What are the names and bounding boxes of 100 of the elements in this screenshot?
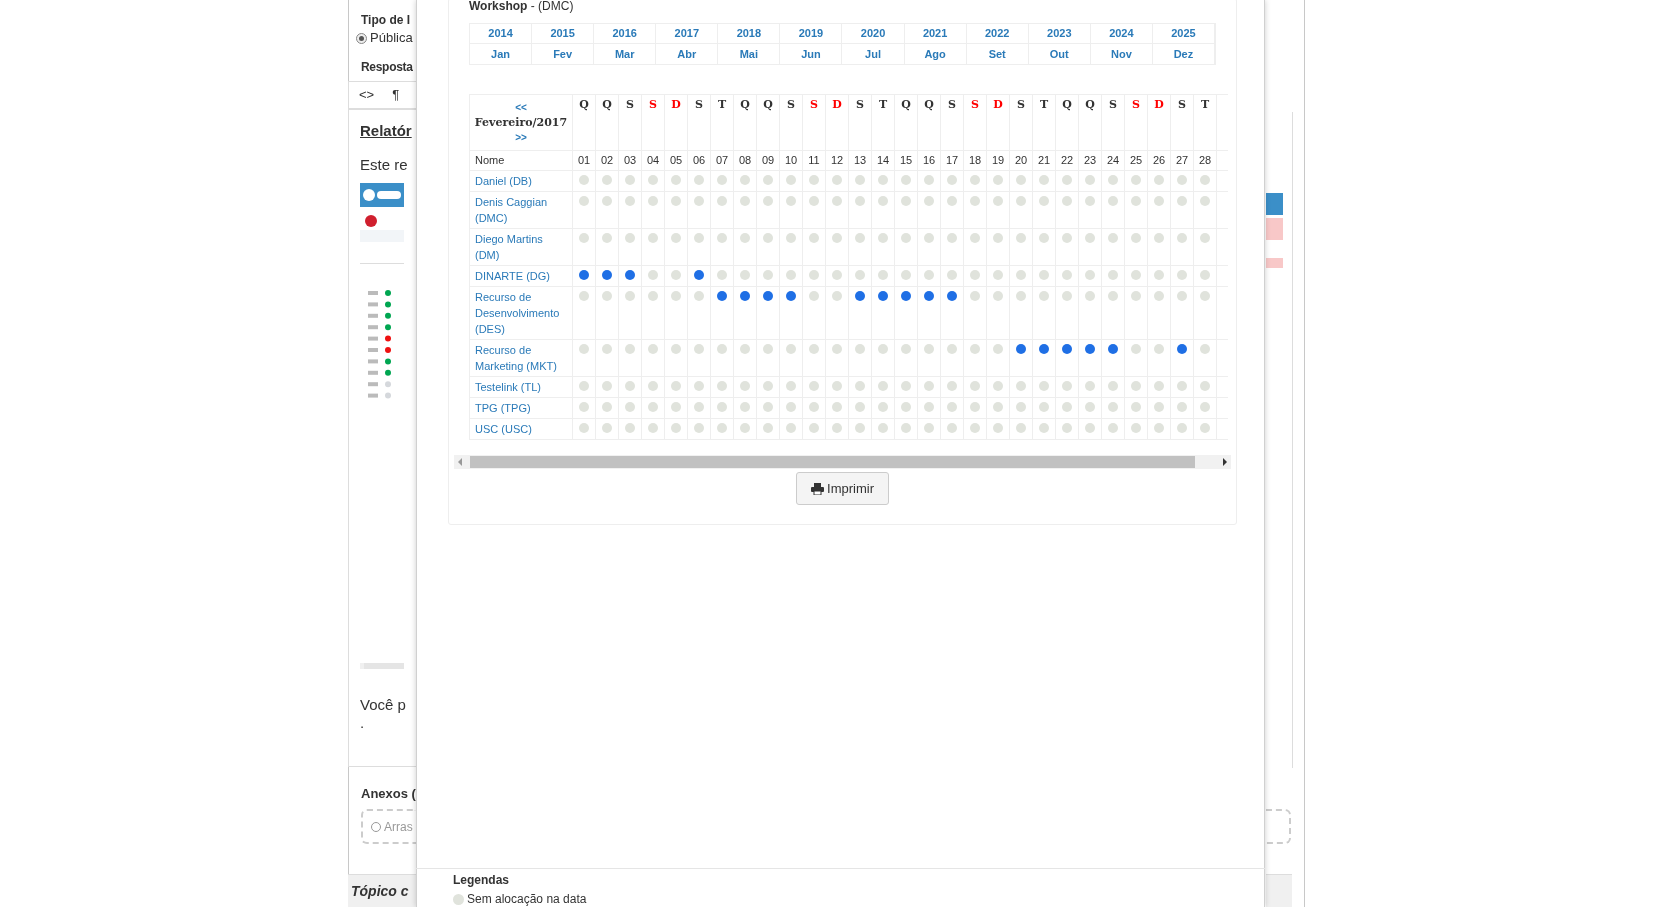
month-link[interactable]: Nov [1090, 44, 1153, 64]
toolbar-button[interactable]: ¶ [392, 88, 400, 102]
month-link[interactable]: Ago [904, 44, 967, 64]
panel-title: Workshop - (DMC) [469, 0, 575, 12]
image-fragment [1266, 258, 1283, 268]
weekday-label: S [971, 98, 979, 111]
year-link[interactable]: 2019 [780, 24, 843, 44]
weekday-label: Q [1085, 98, 1095, 111]
day-number: 04 [646, 154, 660, 167]
weekday-label: S [810, 98, 818, 111]
month-link[interactable]: Fev [532, 44, 595, 64]
day-number: 06 [692, 154, 706, 167]
day-number: 18 [968, 154, 982, 167]
day-number: 02 [600, 154, 614, 167]
print-button[interactable]: Imprimir [796, 472, 889, 505]
editor-paragraph: Você p [360, 696, 407, 714]
scroll-right-icon[interactable] [1223, 458, 1227, 466]
month-link[interactable]: Set [966, 44, 1029, 64]
scrollbar-thumb[interactable] [470, 456, 1195, 468]
day-number: 26 [1152, 154, 1166, 167]
day-number: 01 [577, 154, 591, 167]
weekday-label: S [787, 98, 795, 111]
month-link[interactable]: Mai [718, 44, 781, 64]
weekday-label: T [717, 98, 727, 111]
weekday-label: S [948, 98, 956, 111]
day-number: 20 [1014, 154, 1028, 167]
day-number: 05 [669, 154, 683, 167]
month-link[interactable]: Out [1028, 44, 1091, 64]
day-number: 28 [1198, 154, 1212, 167]
weekday-label: Q [602, 98, 612, 111]
month-link[interactable]: Mar [594, 44, 657, 64]
day-number: 13 [853, 154, 867, 167]
year-link[interactable]: 2014 [470, 24, 533, 44]
month-link[interactable]: Jun [780, 44, 843, 64]
day-number: 25 [1129, 154, 1143, 167]
day-number: 17 [945, 154, 959, 167]
day-number: 22 [1060, 154, 1074, 167]
field-label: Anexos ( [361, 786, 416, 802]
weekday-label: S [649, 98, 657, 111]
field-label: Tipo de I [361, 12, 411, 28]
year-link[interactable]: 2016 [594, 24, 657, 44]
month-link[interactable]: Dez [1152, 44, 1215, 64]
month-title: Fevereiro/2017 [474, 114, 568, 131]
day-number: 08 [738, 154, 752, 167]
year-link[interactable]: 2024 [1090, 24, 1153, 44]
header-text: Tópico c [351, 883, 409, 899]
weekday-label: Q [740, 98, 750, 111]
weekday-label: T [1200, 98, 1210, 111]
weekday-label: D [671, 98, 681, 111]
toolbar-button[interactable]: <> [359, 88, 375, 102]
weekday-label: T [878, 98, 888, 111]
year-link[interactable]: 2018 [718, 24, 781, 44]
day-number: 12 [830, 154, 844, 167]
image-banner [1266, 193, 1283, 215]
day-number: 10 [784, 154, 798, 167]
weekday-label: S [1109, 98, 1117, 111]
month-link[interactable]: Jul [842, 44, 905, 64]
year-link[interactable]: 2020 [842, 24, 905, 44]
column-header: Nome [475, 154, 505, 167]
weekday-label: Q [924, 98, 934, 111]
image-fragment [1266, 218, 1283, 240]
year-link[interactable]: 2023 [1028, 24, 1091, 44]
weekday-label: S [626, 98, 634, 111]
weekday-label: S [1017, 98, 1025, 111]
weekday-label: S [1178, 98, 1186, 111]
day-number: 07 [715, 154, 729, 167]
month-link[interactable]: Abr [656, 44, 719, 64]
year-link[interactable]: 2022 [966, 24, 1029, 44]
horizontal-scrollbar[interactable] [454, 455, 1231, 469]
editor-text: . [360, 716, 366, 730]
year-link[interactable]: 2017 [656, 24, 719, 44]
month-link[interactable]: Jan [470, 44, 533, 64]
day-number: 16 [922, 154, 936, 167]
day-number: 19 [991, 154, 1005, 167]
field-label: Resposta [361, 59, 413, 75]
year-link[interactable]: 2015 [532, 24, 595, 44]
day-number: 23 [1083, 154, 1097, 167]
previous-month-link[interactable]: << [515, 100, 527, 115]
weekday-label: Q [1062, 98, 1072, 111]
day-number: 14 [876, 154, 890, 167]
day-number: 09 [761, 154, 775, 167]
next-month-link[interactable]: >> [515, 130, 527, 145]
weekday-label: S [1132, 98, 1140, 111]
scrollbar [360, 663, 404, 669]
day-number: 21 [1037, 154, 1051, 167]
legend-title: Legendas [453, 872, 510, 888]
weekday-label: S [856, 98, 864, 111]
scroll-left-icon[interactable] [458, 458, 462, 466]
weekday-label: T [1039, 98, 1049, 111]
year-link[interactable]: 2021 [904, 24, 967, 44]
legend-label: Sem alocação na data [467, 892, 587, 906]
editor-heading: Relatór [360, 122, 413, 140]
table-header [1266, 874, 1292, 907]
day-number: 11 [808, 154, 820, 167]
year-link[interactable]: 2025 [1152, 24, 1215, 44]
radio-button[interactable] [356, 32, 367, 44]
weekday-label: Q [579, 98, 589, 111]
weekday-label: Q [763, 98, 773, 111]
weekday-label: D [993, 98, 1003, 111]
editor-paragraph: Este re [360, 156, 409, 174]
